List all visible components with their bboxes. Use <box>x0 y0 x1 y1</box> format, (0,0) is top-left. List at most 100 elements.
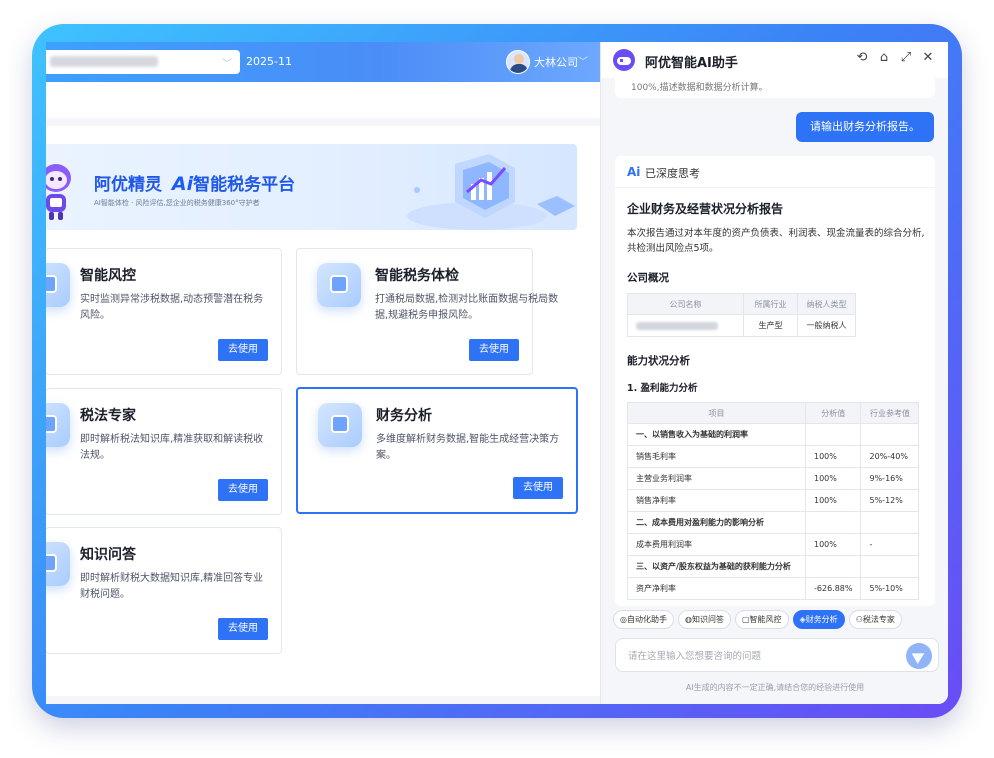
company-name-redacted <box>627 314 744 337</box>
chip-icon: ▢ <box>741 615 750 624</box>
metric-table: 项目 分析值 行业参考值 一、以销售收入为基础的利润率 销售毛利率 100% 20%-… <box>627 402 920 600</box>
chip[interactable]: ⚇税法专家 <box>848 610 902 629</box>
table-cell: 资产净利率 <box>627 577 806 600</box>
card-title: 智能税务体检 <box>375 268 459 284</box>
table-cell: 100% <box>804 467 862 490</box>
close-icon[interactable]: ✕ <box>921 50 935 66</box>
ai-logo-mark: Ai <box>171 173 194 195</box>
table-cell <box>860 555 920 578</box>
table-cell: 生产型 <box>743 314 798 337</box>
card-desc: 打通税局数据,检测对比账面数据与税局数据,规避税务申报风险。 <box>375 294 559 321</box>
card-financial-analysis[interactable]: 财务分析 多维度解析财务数据,智能生成经营决策方案。 去使用 <box>296 387 578 514</box>
report-intro: 本次报告通过对本年度的资产负债表、利润表、现金流量表的综合分析,共检测出风险点5… <box>627 228 925 254</box>
table-row: 生产型 一般纳税人 <box>627 314 856 337</box>
table-cell: 20%-40% <box>860 445 920 468</box>
table-cell <box>804 423 862 446</box>
ai-assistant-panel: 阿优智能AI助手 ⟲ ⌂ ⤢ ✕ 100%,描述数据和数据分析计算。 请输出财务… <box>600 42 948 704</box>
card-desc: 即时解析税法知识库,精准获取和解读税收法规。 <box>80 434 264 461</box>
chip[interactable]: ◎自动化助手 <box>613 610 674 629</box>
chip-label: 自动化助手 <box>626 615 667 624</box>
robot-logo-icon <box>613 49 635 71</box>
report-body: 企业财务及经营状况分析报告 本次报告通过对本年度的资产负债表、利润表、现金流量表… <box>627 200 927 600</box>
table-row: 销售毛利率 100% 20%-40% <box>627 445 920 468</box>
main-content: 阿优精灵 Ai智能税务平台 AI智能体检 · 风险评估,您企业的税务健康360°… <box>46 118 600 704</box>
card-tax-checkup[interactable]: 智能税务体检 打通税局数据,检测对比账面数据与税局数据,规避税务申报风险。 去使… <box>296 248 558 375</box>
use-button[interactable]: 去使用 <box>469 339 519 361</box>
use-button[interactable]: 去使用 <box>218 339 268 361</box>
card-smart-risk-control[interactable]: 智能风控 实时监测异常涉税数据,动态预警潜在税务风险。 去使用 <box>46 248 282 375</box>
table-cell: 一、以销售收入为基础的利润率 <box>627 423 806 446</box>
table-cell: 二、成本费用对盈利能力的影响分析 <box>627 511 806 534</box>
card-tax-law-expert[interactable]: 税法专家 即时解析税法知识库,精准获取和解读税收法规。 去使用 <box>46 388 282 515</box>
section-title: 公司概况 <box>627 272 669 284</box>
send-button[interactable] <box>906 643 932 669</box>
table-row: 一、以销售收入为基础的利润率 <box>627 423 920 446</box>
sub-bar <box>46 82 600 118</box>
avatar[interactable] <box>506 50 530 74</box>
chip[interactable]: ▢智能风控 <box>734 610 789 629</box>
table-cell: 9%-16% <box>860 467 920 490</box>
quick-function-chips: ◎自动化助手 ◍知识问答 ▢智能风控 ◈财务分析 ⚇税法专家 <box>613 610 943 632</box>
table-header: 项目 <box>627 402 806 424</box>
chevron-down-icon[interactable]: ﹀ <box>578 53 588 68</box>
use-button[interactable]: 去使用 <box>218 479 268 501</box>
ai-logo-mark: Ai <box>627 165 641 179</box>
table-cell: 5%-10% <box>860 577 920 600</box>
banner-title: 阿优精灵 Ai智能税务平台 <box>94 173 296 195</box>
table-cell: 销售净利率 <box>627 489 806 512</box>
table-row: 成本费用利润率 100% - <box>627 533 920 556</box>
disclaimer: AI生成的内容不一定正确,请结合您的经验进行使用 <box>685 683 865 692</box>
card-title: 财务分析 <box>376 408 432 424</box>
period-date[interactable]: 2025-11 <box>246 55 292 68</box>
deep-thinking-toggle[interactable]: Ai 已深度思考 <box>615 156 935 188</box>
home-icon[interactable]: ⌂ <box>877 50 891 66</box>
table-row: 三、以资产/股东权益为基础的获利能力分析 <box>627 555 920 578</box>
chip-label: 智能风控 <box>749 615 782 624</box>
chip-label: 知识问答 <box>691 615 724 624</box>
chip[interactable]: ◍知识问答 <box>677 610 731 629</box>
user-message: 请输出财务分析报告。 <box>796 112 934 142</box>
section-title: 能力状况分析 <box>627 355 690 367</box>
table-cell: 5%-12% <box>860 489 920 512</box>
company-select[interactable]: ﹀ <box>46 50 240 74</box>
table-cell: -626.88% <box>804 577 862 600</box>
history-icon[interactable]: ⟲ <box>855 50 869 66</box>
table-row: 主营业务利润率 100% 9%-16% <box>627 467 920 490</box>
company-table: 公司名称 所属行业 纳税人类型 生产型 一般纳税人 <box>627 293 856 337</box>
panel-title: 阿优智能AI助手 <box>645 56 738 71</box>
table-header: 纳税人类型 <box>797 293 856 315</box>
chip-label: 财务分析 <box>805 615 838 624</box>
table-cell <box>804 511 862 534</box>
user-name[interactable]: 大林公司 <box>534 54 578 70</box>
table-header: 公司名称 <box>627 293 744 315</box>
card-knowledge-qa[interactable]: 知识问答 即时解析财税大数据知识库,精准回答专业财税问题。 去使用 <box>46 527 282 654</box>
card-desc: 实时监测异常涉税数据,动态预警潜在税务风险。 <box>80 294 264 321</box>
expert-icon <box>46 403 70 447</box>
card-desc: 即时解析财税大数据知识库,精准回答专业财税问题。 <box>80 573 264 600</box>
chat-input-box <box>615 638 939 672</box>
table-row: 销售净利率 100% 5%-12% <box>627 489 920 512</box>
use-button[interactable]: 去使用 <box>218 618 268 640</box>
ai-answer: Ai 已深度思考 企业财务及经营状况分析报告 本次报告通过对本年度的资产负债表、… <box>615 156 935 606</box>
monitor-icon <box>46 263 70 307</box>
table-cell: 100% <box>804 533 862 556</box>
chip-label: 税法专家 <box>862 615 895 624</box>
card-title: 知识问答 <box>80 547 136 563</box>
table-cell <box>860 423 920 446</box>
use-button[interactable]: 去使用 <box>513 477 563 499</box>
chip[interactable]: ◈财务分析 <box>792 610 845 629</box>
expand-icon[interactable]: ⤢ <box>899 50 913 66</box>
table-cell: - <box>860 533 920 556</box>
table-cell <box>804 555 862 578</box>
chat-input[interactable] <box>628 647 888 665</box>
chip-icon: ◍ <box>684 615 692 624</box>
banner-subtitle: AI智能体检 · 风险评估,您企业的税务健康360°守护者 <box>94 199 260 207</box>
subsection-title: 1. 盈利能力分析 <box>627 383 698 394</box>
table-row: 二、成本费用对盈利能力的影响分析 <box>627 511 920 534</box>
table-cell: 100% <box>804 445 862 468</box>
table-cell: 成本费用利润率 <box>627 533 806 556</box>
header-actions: ⟲ ⌂ ⤢ ✕ <box>855 50 935 66</box>
chip-icon: ◎ <box>620 615 627 624</box>
table-cell: 三、以资产/股东权益为基础的获利能力分析 <box>627 555 806 578</box>
thinking-label: 已深度思考 <box>645 167 700 180</box>
